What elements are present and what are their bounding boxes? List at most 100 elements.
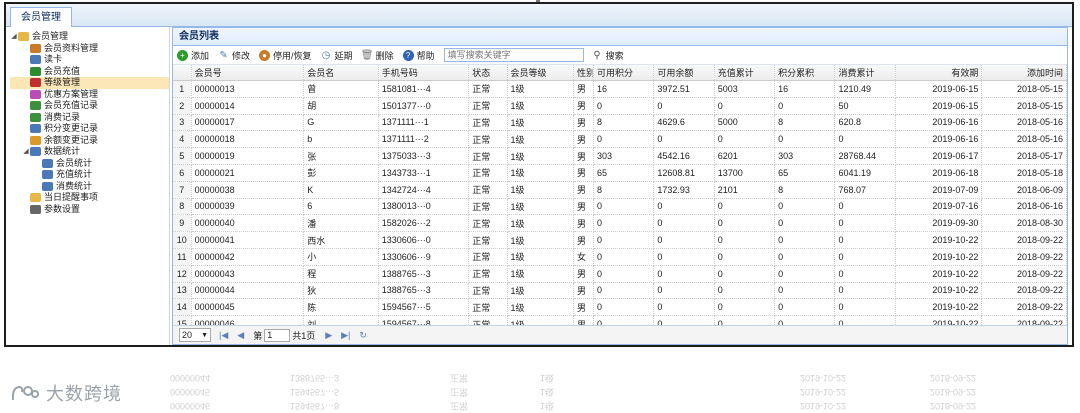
- search-input[interactable]: [443, 48, 584, 62]
- column-header[interactable]: 积分累积: [774, 65, 836, 81]
- reflection-cell: 00000045: [170, 387, 211, 397]
- tree-item[interactable]: 等级管理: [10, 77, 169, 89]
- tree-item[interactable]: 积分变更记录: [10, 123, 169, 135]
- reflection-cell: 2019-10-22: [800, 401, 847, 411]
- refresh-icon[interactable]: ↻: [359, 330, 367, 341]
- column-header[interactable]: 添加时间: [981, 65, 1067, 81]
- table-row[interactable]: 7 00000038 K 1342724···4 正常 1级男 8 1732.93 2101 8 7…: [173, 181, 1067, 199]
- column-header[interactable]: 会员等级: [507, 65, 574, 81]
- extend-button[interactable]: ◷ 延期: [321, 49, 353, 62]
- table-row[interactable]: 8 00000039 6 1380013···0 正常 1级男 0 0 0 0 0 2019-07-1…: [173, 198, 1067, 216]
- table-cell: 4542.16: [653, 147, 715, 165]
- table-cell: 1343733···1: [378, 164, 470, 182]
- page-size-select[interactable]: 20 ▼: [179, 328, 211, 342]
- table-cell: 彭: [303, 164, 379, 182]
- column-header[interactable]: [173, 65, 192, 81]
- row-number: 13: [173, 282, 192, 300]
- tree-item[interactable]: 消费统计: [10, 181, 169, 193]
- row-number: 5: [173, 147, 192, 165]
- table-cell: 5003: [714, 80, 776, 98]
- tree-item[interactable]: 余额变更记录: [10, 135, 169, 147]
- table-cell: 2018-09-22: [981, 265, 1067, 283]
- tree-item[interactable]: 优惠方案管理: [10, 89, 169, 101]
- delete-button[interactable]: 🗑 删除: [361, 49, 394, 62]
- toggle-status-button[interactable]: ● 停用/恢复: [259, 49, 312, 62]
- tree-toggle-icon[interactable]: ◢: [10, 31, 18, 43]
- tab-member-management[interactable]: 会员管理: [10, 7, 72, 27]
- column-header[interactable]: 充值累计: [714, 65, 776, 81]
- tree-item-label: 消费记录: [44, 111, 81, 122]
- table-cell: 正常: [468, 198, 508, 216]
- column-header[interactable]: 性别: [573, 65, 595, 81]
- column-header[interactable]: 会员名: [303, 65, 379, 81]
- tree-item[interactable]: 会员统计: [10, 158, 169, 170]
- first-page-icon[interactable]: |◀: [219, 330, 228, 341]
- table-cell: 2019-10-22: [895, 282, 983, 300]
- table-cell: 2019-07-09: [895, 181, 983, 199]
- tree-item[interactable]: 会员充值: [10, 66, 169, 78]
- column-header[interactable]: 可用余额: [653, 65, 715, 81]
- tree-item[interactable]: 充值统计: [10, 169, 169, 181]
- tree-item[interactable]: 读卡: [10, 54, 169, 66]
- tree-item-label: 余额变更记录: [44, 134, 99, 145]
- table-cell: 3972.51: [653, 80, 715, 98]
- tree-toggle-icon[interactable]: ◢: [22, 146, 30, 158]
- tree-item-label: 会员充值记录: [44, 100, 99, 110]
- table-cell: 1级: [507, 164, 574, 182]
- tree-item[interactable]: 消费记录: [10, 112, 169, 124]
- table-cell: 0: [834, 198, 896, 216]
- table-cell: 男: [573, 164, 595, 182]
- column-header[interactable]: 有效期: [895, 65, 983, 81]
- table-row[interactable]: 13 00000044 狄 1388765···3 正常 1级男 0 0 0 0 0 2019-10-…: [173, 282, 1067, 300]
- table-cell: 00000038: [191, 181, 305, 199]
- table-row[interactable]: 12 00000043 程 1388765···3 正常 1级男 0 0 0 0 0 2019-10-…: [173, 265, 1067, 283]
- table-row[interactable]: 11 00000042 小 1330606···9 正常 1级女 0 0 0 0 0 2019-10-…: [173, 248, 1067, 266]
- table-row[interactable]: 5 00000019 张 1375033···3 正常 1级男 303 4542.16 6201…: [173, 147, 1067, 165]
- table-row[interactable]: 2 00000014 胡 1501377···0 正常 1级男 0 0 0 0 50 2019-06-…: [173, 97, 1067, 115]
- table-row[interactable]: 10 00000041 西水 1330606···0 正常 1级男 0 0 0 0 0 2019-10…: [173, 231, 1067, 249]
- table-row[interactable]: 14 00000045 陈 1594567···5 正常 1级男 0 0 0 0 0 2019-10-…: [173, 298, 1067, 317]
- chart-icon: [42, 170, 53, 180]
- table-row[interactable]: 6 00000021 彭 1343733···1 正常 1级男 65 12608.81 1370…: [173, 164, 1067, 182]
- column-header[interactable]: 手机号码: [378, 65, 470, 81]
- watermark: 大数跨境: [10, 380, 122, 406]
- column-header[interactable]: 可用积分: [593, 65, 655, 81]
- table-cell: 0: [714, 130, 776, 149]
- table-row[interactable]: 4 00000018 b 1371111···2 正常 1级男 0 0 0 0 0 2019-06-1…: [173, 130, 1067, 149]
- help-button[interactable]: ? 帮助: [402, 49, 435, 62]
- last-page-icon[interactable]: ▶|: [341, 330, 350, 341]
- table-cell: 2018-08-30: [981, 214, 1067, 233]
- reflection-cell: 1594567···5: [290, 387, 340, 397]
- page-number-input[interactable]: 1: [264, 328, 291, 342]
- tree-item[interactable]: ◢ 会员管理: [10, 31, 169, 43]
- table-cell: 2101: [714, 181, 776, 199]
- table-row[interactable]: 9 00000040 潘 1582026···2 正常 1级男 0 0 0 0 0 2019-09-3…: [173, 214, 1067, 233]
- tree-item[interactable]: 会员充值记录: [10, 100, 169, 112]
- column-header[interactable]: 会员号: [191, 65, 305, 81]
- prev-page-icon[interactable]: ◀: [237, 330, 244, 341]
- table-cell: 00000045: [191, 298, 305, 317]
- table-cell: 1级: [507, 231, 574, 249]
- table-row[interactable]: 1 00000013 曾 1581081···4 正常 1级男 16 3972.51 5003 1…: [173, 80, 1067, 98]
- table-cell: 6201: [714, 147, 776, 165]
- next-page-icon[interactable]: ▶: [325, 330, 332, 341]
- tree-item[interactable]: ◢ 数据统计: [10, 146, 169, 158]
- edit-button[interactable]: ✎ 修改: [218, 49, 250, 62]
- table-cell: 2018-05-15: [981, 97, 1067, 115]
- tree-item[interactable]: 参数设置: [10, 204, 169, 216]
- clock-icon: ◷: [321, 49, 331, 61]
- table-cell: 正常: [468, 130, 508, 149]
- column-header[interactable]: 消费累计: [834, 65, 896, 81]
- tree-item[interactable]: 当日提醒事项: [10, 192, 169, 204]
- reflection-cell: 2018-09-22: [930, 387, 977, 397]
- table-cell: 0: [714, 298, 776, 317]
- table-cell: 0: [593, 130, 655, 149]
- table-cell: 男: [573, 114, 595, 132]
- add-button[interactable]: + 添加: [177, 49, 209, 62]
- tree-item[interactable]: 会员资料管理: [10, 43, 169, 55]
- column-header[interactable]: 状态: [468, 65, 508, 81]
- points-icon: [30, 124, 41, 134]
- table-row[interactable]: 3 00000017 G 1371111···1 正常 1级男 8 4629.6 5000 8 62…: [173, 114, 1067, 132]
- table-cell: 正常: [468, 80, 508, 98]
- search-button[interactable]: ⚲ 搜索: [592, 49, 623, 62]
